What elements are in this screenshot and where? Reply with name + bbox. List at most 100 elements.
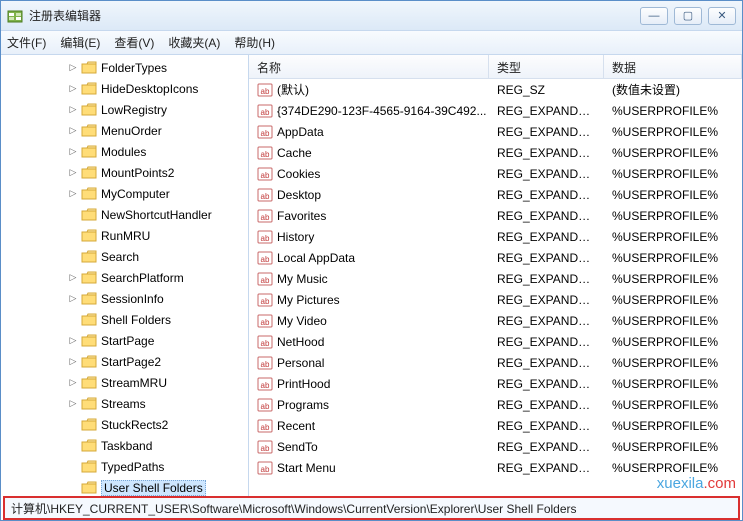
tree-node-label: User Shell Folders xyxy=(101,480,206,496)
value-row[interactable]: abPersonal REG_EXPAND_SZ %USERPROFILE% xyxy=(249,352,742,373)
expand-icon[interactable] xyxy=(67,482,79,494)
svg-text:ab: ab xyxy=(261,192,270,201)
tree-node-label: Taskband xyxy=(101,439,152,453)
tree-node[interactable]: User Shell Folders xyxy=(65,477,248,496)
menu-favorites[interactable]: 收藏夹(A) xyxy=(168,34,220,51)
menu-file[interactable]: 文件(F) xyxy=(7,34,46,51)
value-type-cell: REG_EXPAND_SZ xyxy=(489,398,604,412)
tree-node[interactable]: Search xyxy=(65,246,248,267)
tree-node[interactable]: ▷ Modules xyxy=(65,141,248,162)
expand-icon[interactable] xyxy=(67,230,79,242)
expand-icon[interactable]: ▷ xyxy=(67,356,79,368)
expand-icon[interactable] xyxy=(67,440,79,452)
column-name[interactable]: 名称 xyxy=(249,55,489,78)
titlebar[interactable]: 注册表编辑器 — ▢ ✕ xyxy=(1,1,742,31)
svg-text:ab: ab xyxy=(261,381,270,390)
value-row[interactable]: abDesktop REG_EXPAND_SZ %USERPROFILE% xyxy=(249,184,742,205)
value-type-cell: REG_EXPAND_SZ xyxy=(489,272,604,286)
expand-icon[interactable]: ▷ xyxy=(67,104,79,116)
expand-icon[interactable] xyxy=(67,314,79,326)
value-name-cell: abPersonal xyxy=(249,355,489,371)
string-value-icon: ab xyxy=(257,460,273,476)
tree-node[interactable]: ▷ FolderTypes xyxy=(65,57,248,78)
expand-icon[interactable]: ▷ xyxy=(67,293,79,305)
value-row[interactable]: abLocal AppData REG_EXPAND_SZ %USERPROFI… xyxy=(249,247,742,268)
column-data[interactable]: 数据 xyxy=(604,55,742,78)
tree-node-label: LowRegistry xyxy=(101,103,167,117)
menu-help[interactable]: 帮助(H) xyxy=(234,34,275,51)
value-row[interactable]: ab(默认) REG_SZ (数值未设置) xyxy=(249,79,742,100)
tree-node[interactable]: ▷ SessionInfo xyxy=(65,288,248,309)
value-row[interactable]: abMy Pictures REG_EXPAND_SZ %USERPROFILE… xyxy=(249,289,742,310)
value-row[interactable]: abSendTo REG_EXPAND_SZ %USERPROFILE% xyxy=(249,436,742,457)
value-row[interactable]: abNetHood REG_EXPAND_SZ %USERPROFILE% xyxy=(249,331,742,352)
expand-icon[interactable]: ▷ xyxy=(67,83,79,95)
expand-icon[interactable] xyxy=(67,251,79,263)
folder-icon xyxy=(81,397,97,411)
tree-node[interactable]: ▷ Streams xyxy=(65,393,248,414)
value-data-cell: %USERPROFILE% xyxy=(604,188,742,202)
column-type[interactable]: 类型 xyxy=(489,55,604,78)
tree-node[interactable]: ▷ LowRegistry xyxy=(65,99,248,120)
string-value-icon: ab xyxy=(257,208,273,224)
value-data-cell: %USERPROFILE% xyxy=(604,461,742,475)
folder-icon xyxy=(81,208,97,222)
tree-node[interactable]: ▷ MenuOrder xyxy=(65,120,248,141)
expand-icon[interactable]: ▷ xyxy=(67,62,79,74)
expand-icon[interactable] xyxy=(67,209,79,221)
list-body[interactable]: ab(默认) REG_SZ (数值未设置)ab{374DE290-123F-45… xyxy=(249,79,742,496)
tree-panel[interactable]: ▷ FolderTypes ▷ HideDesktopIcons ▷ LowRe… xyxy=(1,55,249,496)
close-button[interactable]: ✕ xyxy=(708,7,736,25)
menu-edit[interactable]: 编辑(E) xyxy=(60,34,100,51)
value-row[interactable]: abAppData REG_EXPAND_SZ %USERPROFILE% xyxy=(249,121,742,142)
tree-node[interactable]: TypedPaths xyxy=(65,456,248,477)
value-name-cell: abStart Menu xyxy=(249,460,489,476)
expand-icon[interactable] xyxy=(67,419,79,431)
value-row[interactable]: abFavorites REG_EXPAND_SZ %USERPROFILE% xyxy=(249,205,742,226)
tree-node[interactable]: ▷ SearchPlatform xyxy=(65,267,248,288)
expand-icon[interactable]: ▷ xyxy=(67,146,79,158)
value-row[interactable]: abHistory REG_EXPAND_SZ %USERPROFILE% xyxy=(249,226,742,247)
value-row[interactable]: abRecent REG_EXPAND_SZ %USERPROFILE% xyxy=(249,415,742,436)
tree-node[interactable]: ▷ HideDesktopIcons xyxy=(65,78,248,99)
tree-node[interactable]: NewShortcutHandler xyxy=(65,204,248,225)
tree-node-label: Shell Folders xyxy=(101,313,171,327)
folder-icon xyxy=(81,82,97,96)
maximize-button[interactable]: ▢ xyxy=(674,7,702,25)
minimize-button[interactable]: — xyxy=(640,7,668,25)
value-row[interactable]: abCache REG_EXPAND_SZ %USERPROFILE% xyxy=(249,142,742,163)
string-value-icon: ab xyxy=(257,334,273,350)
value-row[interactable]: ab{374DE290-123F-4565-9164-39C492... REG… xyxy=(249,100,742,121)
value-row[interactable]: abMy Video REG_EXPAND_SZ %USERPROFILE% xyxy=(249,310,742,331)
expand-icon[interactable]: ▷ xyxy=(67,272,79,284)
value-row[interactable]: abPrograms REG_EXPAND_SZ %USERPROFILE% xyxy=(249,394,742,415)
tree-node[interactable]: ▷ StartPage2 xyxy=(65,351,248,372)
expand-icon[interactable]: ▷ xyxy=(67,335,79,347)
svg-text:ab: ab xyxy=(261,339,270,348)
expand-icon[interactable]: ▷ xyxy=(67,188,79,200)
value-row[interactable]: abCookies REG_EXPAND_SZ %USERPROFILE% xyxy=(249,163,742,184)
list-header: 名称 类型 数据 xyxy=(249,55,742,79)
tree-node[interactable]: RunMRU xyxy=(65,225,248,246)
expand-icon[interactable]: ▷ xyxy=(67,377,79,389)
value-row[interactable]: abStart Menu REG_EXPAND_SZ %USERPROFILE% xyxy=(249,457,742,478)
menu-view[interactable]: 查看(V) xyxy=(114,34,154,51)
tree-node[interactable]: Taskband xyxy=(65,435,248,456)
tree-node[interactable]: ▷ MountPoints2 xyxy=(65,162,248,183)
tree-node-label: FolderTypes xyxy=(101,61,167,75)
tree-node[interactable]: ▷ StartPage xyxy=(65,330,248,351)
tree-node[interactable]: Shell Folders xyxy=(65,309,248,330)
regedit-icon xyxy=(7,8,23,24)
value-type-cell: REG_EXPAND_SZ xyxy=(489,356,604,370)
expand-icon[interactable]: ▷ xyxy=(67,398,79,410)
tree-node[interactable]: ▷ StreamMRU xyxy=(65,372,248,393)
value-row[interactable]: abMy Music REG_EXPAND_SZ %USERPROFILE% xyxy=(249,268,742,289)
tree-node[interactable]: StuckRects2 xyxy=(65,414,248,435)
expand-icon[interactable]: ▷ xyxy=(67,167,79,179)
tree-node[interactable]: ▷ MyComputer xyxy=(65,183,248,204)
value-row[interactable]: abPrintHood REG_EXPAND_SZ %USERPROFILE% xyxy=(249,373,742,394)
expand-icon[interactable] xyxy=(67,461,79,473)
expand-icon[interactable]: ▷ xyxy=(67,125,79,137)
svg-text:ab: ab xyxy=(261,213,270,222)
svg-text:ab: ab xyxy=(261,87,270,96)
